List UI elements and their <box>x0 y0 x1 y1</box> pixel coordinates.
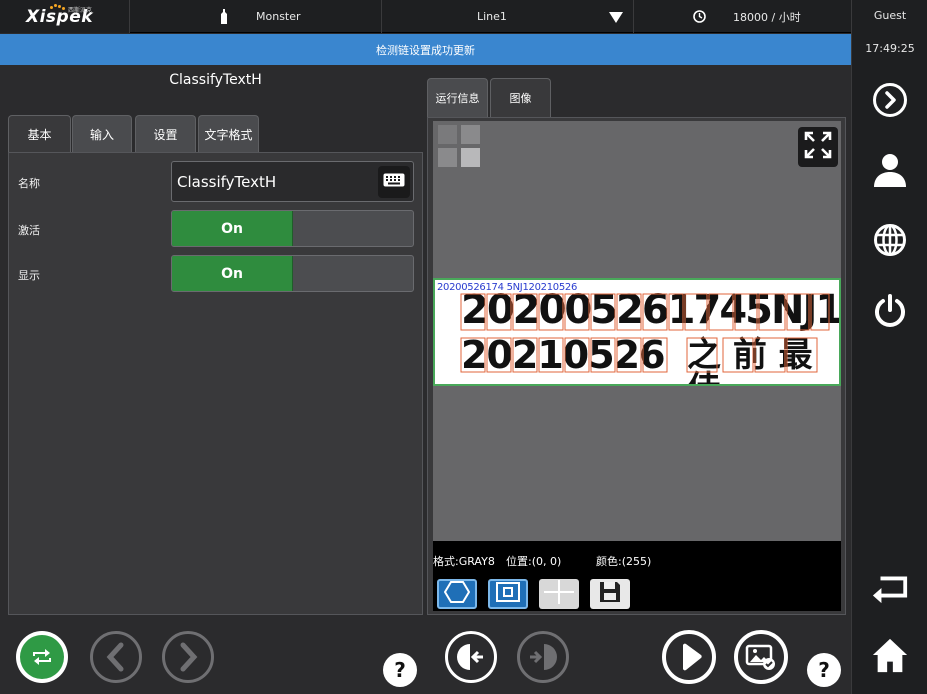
back-arrow-icon[interactable] <box>871 568 909 606</box>
active-toggle-on: On <box>172 211 293 246</box>
speed-value: 18000 / 小时 <box>733 10 801 24</box>
home-icon[interactable] <box>871 636 909 674</box>
basic-form: 名称 ClassifyTextH 激活 On 显示 On <box>8 152 423 615</box>
active-label: 激活 <box>18 224 40 237</box>
name-field[interactable]: ClassifyTextH <box>171 161 414 202</box>
refresh-button[interactable] <box>16 631 68 683</box>
bottom-toolbar: ? ? <box>0 618 851 694</box>
crosshair-icon <box>544 580 574 608</box>
clock-icon <box>693 10 706 26</box>
image-capture-icon <box>745 644 775 670</box>
step-back-icon <box>457 644 483 670</box>
step-forward-icon <box>530 644 557 670</box>
keyboard-button[interactable] <box>378 166 410 198</box>
help-button-left[interactable]: ? <box>383 653 417 687</box>
tab-input[interactable]: 输入 <box>72 115 132 152</box>
color-info: 颜色:(255) <box>596 555 652 568</box>
chevron-down-icon <box>609 12 623 26</box>
image-viewer[interactable]: 20200526174 5NJ120210526 202005261745NJ1… <box>433 121 841 541</box>
globe-icon[interactable] <box>871 221 909 259</box>
display-label: 显示 <box>18 269 40 282</box>
tab-settings[interactable]: 设置 <box>135 115 196 152</box>
ocr-result-image: 20200526174 5NJ120210526 202005261745NJ1… <box>433 278 841 386</box>
grid-layout-icon[interactable] <box>438 125 481 168</box>
notification-banner: 检测链设置成功更新 <box>0 34 851 65</box>
step-forward-button[interactable] <box>517 631 569 683</box>
properties-panel: ClassifyTextH 基本 输入 设置 文字格式 名称 ClassifyT… <box>8 69 423 615</box>
display-toggle-on: On <box>172 256 293 291</box>
chevron-right-circle-icon[interactable] <box>871 81 909 119</box>
tab-text-format[interactable]: 文字格式 <box>198 115 259 152</box>
tab-image[interactable]: 图像 <box>490 78 551 117</box>
keyboard-icon <box>383 173 405 191</box>
play-button[interactable] <box>662 630 716 684</box>
power-icon[interactable] <box>871 291 909 329</box>
refresh-icon <box>20 635 64 679</box>
next-button[interactable] <box>162 631 214 683</box>
save-icon <box>598 580 622 608</box>
roi-select-icon <box>495 581 521 607</box>
product-name: Monster <box>256 10 301 23</box>
step-back-button[interactable] <box>445 631 497 683</box>
app-root: Xispek 西斯派克 Monster Line1 18000 / 小时 检测链… <box>0 0 927 694</box>
image-info-bar: 格式:GRAY8 位置:(0, 0) 颜色:(255) <box>433 541 841 611</box>
crosshair-button[interactable] <box>539 579 579 609</box>
active-toggle[interactable]: On <box>171 210 414 247</box>
clock-time: 17:49:25 <box>865 42 915 55</box>
bottle-icon <box>220 9 228 27</box>
play-icon <box>683 643 702 671</box>
hexagon-shape-button[interactable] <box>437 579 477 609</box>
prev-button[interactable] <box>90 631 142 683</box>
position-info: 位置:(0, 0) <box>506 555 562 568</box>
user-icon[interactable] <box>871 150 909 188</box>
display-toggle[interactable]: On <box>171 255 414 292</box>
tab-basic[interactable]: 基本 <box>8 115 71 153</box>
speed-display: 18000 / 小时 <box>635 0 851 33</box>
save-image-button[interactable] <box>590 579 630 609</box>
prev-icon <box>106 642 124 672</box>
logo-subtext: 西斯派克 <box>68 7 93 14</box>
fullscreen-button[interactable] <box>798 127 838 167</box>
line-name: Line1 <box>477 10 507 23</box>
logo: Xispek 西斯派克 <box>0 0 130 33</box>
line-selector[interactable]: Line1 <box>383 0 634 33</box>
hexagon-shape-icon <box>443 581 471 607</box>
format-info: 格式:GRAY8 <box>433 555 495 568</box>
ocr-char-boxes <box>460 293 830 373</box>
user-label[interactable]: Guest <box>852 9 927 22</box>
panel-title: ClassifyTextH <box>169 72 262 88</box>
right-sidebar: Guest 17:49:25 <box>851 0 927 694</box>
roi-select-button[interactable] <box>488 579 528 609</box>
logo-dots <box>50 4 66 10</box>
image-preview-panel: 20200526174 5NJ120210526 202005261745NJ1… <box>427 117 846 615</box>
tab-run-info[interactable]: 运行信息 <box>427 78 488 117</box>
next-icon <box>180 642 198 672</box>
product-selector[interactable]: Monster <box>131 0 382 33</box>
image-capture-button[interactable] <box>734 630 788 684</box>
help-button-right[interactable]: ? <box>807 653 841 687</box>
name-label: 名称 <box>18 177 40 190</box>
name-value: ClassifyTextH <box>177 172 277 191</box>
expand-icon <box>803 130 833 164</box>
top-bar: Xispek 西斯派克 Monster Line1 18000 / 小时 <box>0 0 851 33</box>
